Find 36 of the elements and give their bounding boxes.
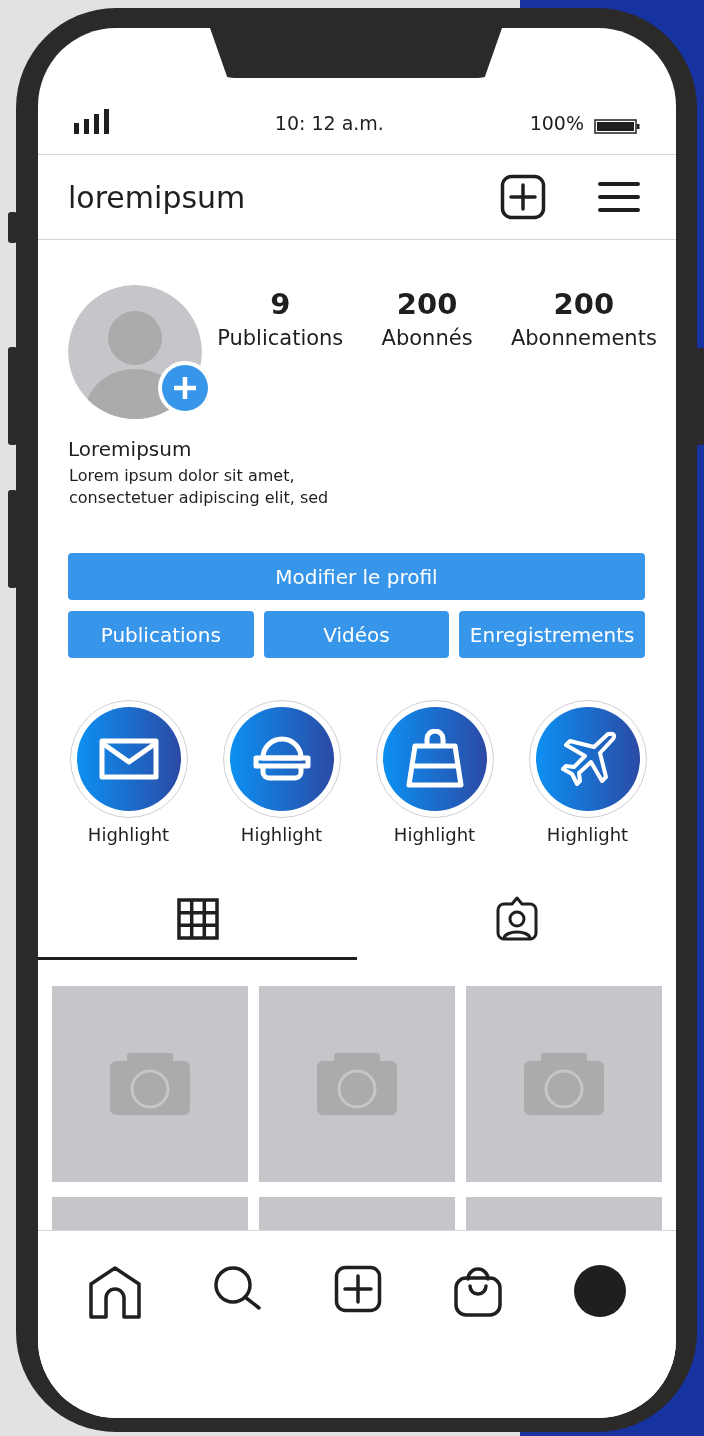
profile-bio: Lorem ipsum dolor sit amet, consectetuer adipiscing elit, sed	[68, 465, 329, 509]
stat-label: Publications	[217, 325, 344, 352]
camera-icon	[110, 1053, 190, 1115]
profile-avatar[interactable]	[574, 1265, 626, 1317]
profile-name: Loremipsum	[67, 436, 193, 461]
edit-profile-button[interactable]: Modifier le profil	[68, 553, 645, 600]
grid-icon	[176, 897, 219, 940]
home-icon[interactable]	[88, 1265, 142, 1319]
section-button[interactable]: Vidéos	[263, 611, 450, 658]
highlight-label: Highlight	[393, 824, 476, 845]
section-button[interactable]: Publications	[68, 611, 254, 658]
stat-count: 9	[270, 287, 291, 321]
battery-percent: 100%	[529, 112, 584, 134]
tagged-photo-icon	[494, 895, 539, 942]
menu-icon[interactable]	[598, 181, 640, 213]
highlight-label: Highlight	[87, 824, 170, 845]
burger-icon	[252, 736, 311, 782]
stat-count: 200	[553, 287, 615, 321]
username-title: loremipsum	[68, 179, 247, 215]
signal-icon	[74, 109, 109, 134]
shopping-bag-icon[interactable]	[453, 1265, 503, 1317]
status-time: 10: 12 a.m.	[273, 112, 385, 134]
battery-icon	[594, 119, 640, 134]
stat-count: 200	[396, 287, 458, 321]
shopping-bag-icon	[405, 729, 464, 789]
stat-label: Abonnés	[381, 325, 473, 352]
add-post-icon[interactable]	[500, 174, 546, 220]
highlight-label: Highlight	[546, 824, 629, 845]
section-button[interactable]: Enregistrements	[459, 611, 645, 658]
camera-icon	[317, 1053, 397, 1115]
stat-label: Abonnements	[510, 325, 657, 352]
add-post-icon[interactable]	[334, 1265, 382, 1313]
search-icon[interactable]	[213, 1265, 263, 1311]
camera-icon	[524, 1053, 604, 1115]
highlight-label: Highlight	[240, 824, 323, 845]
envelope-icon	[98, 738, 159, 780]
